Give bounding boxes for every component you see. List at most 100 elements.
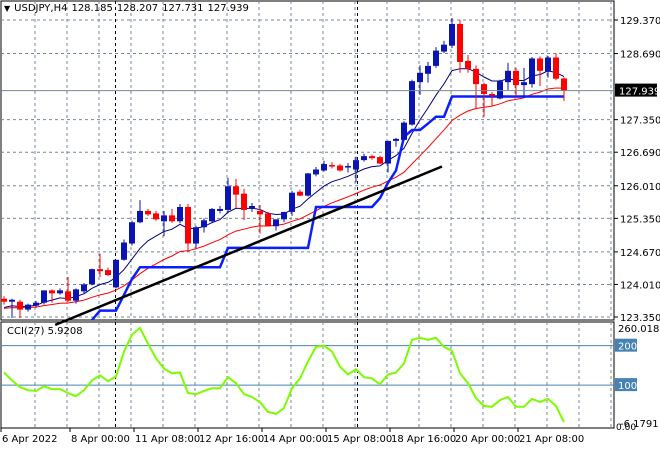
candle [553, 53, 559, 81]
candle-body [545, 57, 551, 72]
candle-body [273, 219, 279, 227]
candle-body [17, 301, 23, 310]
candle-body [89, 269, 95, 285]
candle-body [65, 291, 71, 301]
price-label: 128.690 [620, 50, 660, 61]
candle-body [473, 68, 479, 85]
candle-body [377, 157, 383, 164]
candle-body [193, 227, 199, 244]
cci-level-label: 200 [618, 342, 637, 353]
candle-body [465, 60, 471, 69]
candle-body [177, 206, 183, 222]
candle-body [457, 23, 463, 62]
price-label: 123.350 [620, 313, 660, 324]
candle [121, 239, 127, 261]
candle-body [401, 122, 407, 140]
candle-body [265, 213, 271, 227]
time-label: 8 Apr 00:00 [71, 434, 130, 445]
candle-body [393, 138, 399, 141]
candle-body [129, 222, 135, 244]
candle-body [217, 208, 223, 211]
candle-body [513, 70, 519, 86]
candle-body [353, 160, 359, 170]
candle-body [497, 81, 503, 99]
candle-body [297, 191, 303, 196]
candle-body [329, 165, 335, 167]
candle-body [49, 290, 55, 294]
candle-body [529, 58, 535, 85]
candle [113, 259, 119, 289]
candle-body [449, 23, 455, 46]
candle-body [385, 140, 391, 164]
candle [409, 79, 415, 126]
candle-body [233, 186, 239, 195]
time-label: 11 Apr 08:00 [135, 434, 200, 445]
cci-level-label: 100 [618, 381, 637, 392]
price-label: 127.350 [620, 116, 660, 127]
time-label: 21 Apr 08:00 [519, 434, 584, 445]
candle-body [433, 50, 439, 66]
candle-body [417, 72, 423, 83]
time-label: 20 Apr 00:00 [455, 434, 520, 445]
candle-body [169, 215, 175, 222]
candle-body [1, 298, 7, 302]
price-label: 129.370 [620, 16, 660, 27]
symbol-timeframe: USDJPY,H4 [14, 3, 68, 14]
candle-body [305, 173, 311, 196]
candle-body [145, 210, 151, 215]
candle-body [185, 206, 191, 244]
candle [89, 268, 95, 286]
candle [41, 290, 47, 305]
candle-body [313, 169, 319, 175]
price-label: 124.670 [620, 248, 660, 259]
candle-body [553, 57, 559, 79]
candle-body [41, 290, 47, 303]
price-label: 125.350 [620, 214, 660, 225]
time-label: 15 Apr 08:00 [327, 434, 392, 445]
cci-max-label: 260.0189 [618, 324, 660, 335]
candle-body [81, 284, 87, 292]
candle-body [105, 270, 111, 276]
candle-body [321, 164, 327, 171]
candle-body [161, 215, 167, 222]
candle-body [73, 289, 79, 301]
candle-body [345, 166, 351, 168]
ohlc-high: 128.207 [116, 3, 159, 14]
candle-body [137, 210, 143, 223]
cci-title: CCI(27) 5.9208 [7, 326, 83, 337]
candle-body [281, 211, 287, 220]
candle-body [361, 156, 367, 161]
current-price-label: 127.939 [619, 87, 660, 98]
time-label: 12 Apr 16:00 [199, 434, 264, 445]
candle-body [521, 82, 527, 86]
collapse-triangle-icon[interactable]: ▼ [4, 4, 10, 13]
candle-body [153, 213, 159, 220]
candle [529, 57, 535, 88]
candle-body [9, 299, 15, 302]
cci-zero-label: 0.00 [616, 423, 636, 433]
candle [129, 220, 135, 246]
chart-header: ▼ USDJPY,H4 128.185 128.207 127.731 127.… [4, 3, 249, 14]
candle-body [489, 94, 495, 96]
candle [209, 207, 215, 224]
candle-body [209, 208, 215, 222]
ohlc-open: 128.185 [71, 3, 113, 14]
price-label: 126.690 [620, 148, 660, 159]
time-label: 14 Apr 00:00 [263, 434, 328, 445]
ohlc-low: 127.731 [162, 3, 204, 14]
price-label: 124.010 [620, 280, 660, 291]
candle [265, 211, 271, 227]
candle [401, 121, 407, 141]
ohlc-close: 127.939 [207, 3, 249, 14]
cci-panel [0, 321, 615, 429]
candle-body [257, 210, 263, 215]
candle-body [337, 165, 343, 171]
candle-body [409, 81, 415, 125]
candle-body [561, 78, 567, 91]
trading-chart[interactable]: 129.370 128.690 127.350 126.690 126.010 125.3… [0, 0, 660, 450]
price-label: 126.010 [620, 182, 660, 193]
candle-body [241, 193, 247, 210]
candle-body [481, 84, 487, 95]
time-label: 18 Apr 16:00 [391, 434, 456, 445]
candle-body [33, 302, 39, 306]
